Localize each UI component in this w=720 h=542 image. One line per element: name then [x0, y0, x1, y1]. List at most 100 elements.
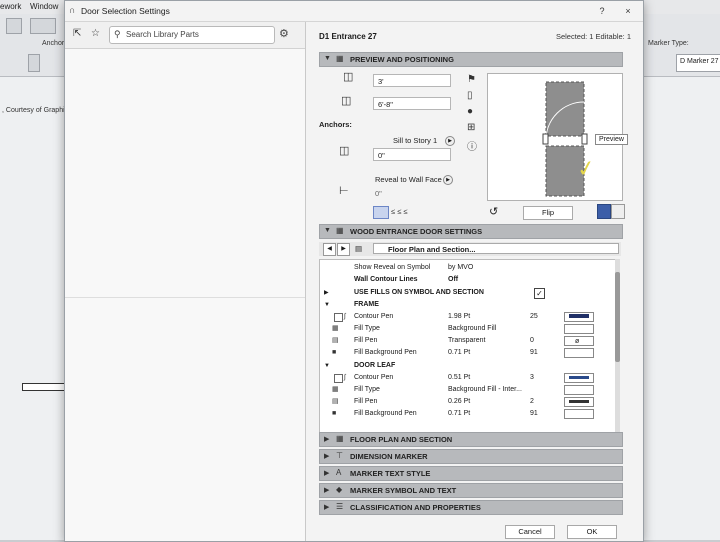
sill-anchor-label: Sill to Story 1	[393, 136, 438, 145]
favorites-star-icon[interactable]: ☆	[91, 28, 100, 39]
fill-bg-icon: ■	[332, 349, 337, 356]
fill-type-icon: ▦	[332, 325, 339, 332]
fill-swatch[interactable]	[564, 385, 594, 395]
section-label: PREVIEW AND POSITIONING	[350, 55, 454, 64]
section-marker-symbol[interactable]: ▶ ◆ MARKER SYMBOL AND TEXT	[319, 483, 623, 498]
courtesy-text: , Courtesy of Graphi	[2, 107, 65, 114]
marker-symbol-icon: ◆	[336, 485, 343, 494]
pen-swatch[interactable]	[564, 312, 594, 322]
flip-button[interactable]: Flip	[523, 206, 573, 220]
section-classification[interactable]: ▶ ☰ CLASSIFICATION AND PROPERTIES	[319, 500, 623, 515]
reveal-anchor-button[interactable]: ▶	[443, 175, 453, 185]
use-fills-checkbox[interactable]: ✓	[534, 288, 545, 299]
3d-view-icon[interactable]: ●	[467, 106, 473, 117]
expand-arrow-icon: ▶	[324, 487, 330, 494]
width-field[interactable]: 3'	[373, 74, 451, 87]
rotate-icon[interactable]: ↺	[489, 205, 498, 218]
bg-swatch[interactable]	[564, 348, 594, 358]
gear-icon[interactable]: ⚙	[279, 27, 289, 40]
fill-swatch[interactable]	[564, 324, 594, 334]
page-icon: ▤	[355, 244, 363, 253]
param-row-fills[interactable]: ▶ USE FILLS ON SYMBOL AND SECTION ✓	[320, 287, 616, 299]
library-panel: ⇱ ☆ ⚲ Search Library Parts ⚙	[65, 22, 306, 541]
classification-icon: ☰	[336, 502, 344, 511]
param-checkbox[interactable]	[334, 313, 343, 322]
door-side-button[interactable]	[611, 204, 625, 219]
menu-item-ework[interactable]: ework	[0, 2, 21, 11]
section-wood-door-settings[interactable]: ▼ ▦ WOOD ENTRANCE DOOR SETTINGS	[319, 224, 623, 239]
search-icon: ⚲	[114, 29, 121, 39]
expand-arrow-icon: ▶	[324, 470, 330, 477]
param-row[interactable]: ▦ Fill Type Background Fill	[320, 323, 616, 335]
anchors-label: Anchors:	[319, 120, 352, 129]
cancel-button[interactable]: Cancel	[505, 525, 555, 539]
fill-bg-icon: ■	[332, 410, 337, 417]
fill-type-icon: ▦	[332, 386, 339, 393]
fill-pen-icon: ▤	[332, 398, 339, 405]
help-button[interactable]: ?	[595, 4, 609, 18]
marker-type-select[interactable]: D Marker 27	[676, 54, 720, 72]
toolbar-tool-button[interactable]	[6, 18, 22, 34]
expand-arrow-icon: ▶	[324, 504, 330, 511]
menu-item-window[interactable]: Window	[30, 2, 58, 11]
param-group-door-leaf[interactable]: ▼ DOOR LEAF	[320, 360, 616, 372]
param-checkbox[interactable]	[334, 374, 343, 383]
sill-anchor-button[interactable]: ▶	[445, 136, 455, 146]
sill-icon: ◫	[339, 145, 350, 157]
section-label: CLASSIFICATION AND PROPERTIES	[350, 503, 481, 512]
height-field[interactable]: 6'-8"	[373, 97, 451, 110]
expand-arrow-icon: ▶	[324, 436, 330, 443]
marker-type-label: Marker Type:	[648, 40, 689, 47]
param-row[interactable]: Show Reveal on Symbol by MVO	[320, 262, 616, 274]
section-floor-plan[interactable]: ▶ ▦ FLOOR PLAN AND SECTION	[319, 432, 623, 447]
toolbar-arrow-button[interactable]	[28, 54, 40, 72]
section-label: FLOOR PLAN AND SECTION	[350, 435, 453, 444]
parameter-scroll-thumb[interactable]	[615, 272, 620, 362]
close-button[interactable]: ×	[621, 4, 635, 18]
reveal-icon: ⊢	[339, 185, 349, 197]
param-row[interactable]: ▦ Fill Type Background Fill - Inter...	[320, 384, 616, 396]
ok-button[interactable]: OK	[567, 525, 617, 539]
door-side-button-active[interactable]	[597, 204, 611, 219]
section-view-icon[interactable]: ⊞	[467, 122, 475, 133]
elevation-view-icon[interactable]: ▯	[467, 90, 473, 101]
section-marker-text-style[interactable]: ▶ A MARKER TEXT STYLE	[319, 466, 623, 481]
reveal-mode-options[interactable]: ≤ ≤ ≤	[391, 207, 408, 216]
floor-plan-icon: ▦	[336, 434, 344, 443]
transparent-swatch[interactable]: ø	[564, 336, 594, 346]
bg-swatch[interactable]	[564, 409, 594, 419]
floor-plan-select[interactable]: Floor Plan and Section...	[373, 243, 619, 254]
sill-field[interactable]: 0"	[373, 148, 451, 161]
toolbar-tool-button[interactable]	[30, 18, 56, 34]
param-row[interactable]: ■ Fill Background Pen 0.71 Pt 91	[320, 408, 616, 420]
search-placeholder: Search Library Parts	[126, 30, 199, 39]
param-row[interactable]: ∫ Contour Pen 0.51 Pt 3	[320, 372, 616, 384]
plan-view-icon[interactable]: ⚑	[467, 74, 476, 85]
pen-swatch[interactable]	[564, 373, 594, 383]
search-input[interactable]: ⚲ Search Library Parts	[109, 26, 275, 44]
next-page-button[interactable]: ▶	[337, 243, 350, 256]
param-row[interactable]: ▤ Fill Pen Transparent 0 ø	[320, 335, 616, 347]
object-name: D1 Entrance 27	[319, 32, 377, 41]
reveal-mode-button[interactable]	[373, 206, 389, 219]
section-preview-positioning[interactable]: ▼ ▦ PREVIEW AND POSITIONING	[319, 52, 623, 67]
library-tree-icon[interactable]: ⇱	[73, 28, 81, 39]
door-selection-dialog: ∩ Door Selection Settings ? × ⇱ ☆ ⚲ Sear…	[64, 0, 644, 542]
library-toolbar: ⇱ ☆ ⚲ Search Library Parts ⚙	[65, 22, 305, 49]
reveal-value: 0"	[375, 189, 382, 198]
app-logo-icon: ∩	[69, 5, 76, 15]
section-dimension-marker[interactable]: ▶ ⊤ DIMENSION MARKER	[319, 449, 623, 464]
param-row[interactable]: ■ Fill Background Pen 0.71 Pt 91	[320, 347, 616, 359]
width-icon: ◫	[343, 71, 354, 83]
section-label: DIMENSION MARKER	[350, 452, 428, 461]
info-icon[interactable]: ⓘ	[467, 138, 477, 153]
prev-page-button[interactable]: ◀	[323, 243, 336, 256]
pen-swatch[interactable]	[564, 397, 594, 407]
preview-tooltip: Preview	[595, 134, 628, 145]
parameter-list: Show Reveal on Symbol by MVO Wall Contou…	[319, 259, 617, 435]
collapse-arrow-icon: ▼	[324, 55, 331, 62]
param-row[interactable]: ∫ Contour Pen 1.98 Pt 25	[320, 311, 616, 323]
param-group-frame[interactable]: ▼ FRAME	[320, 299, 616, 311]
param-row[interactable]: Wall Contour Lines Off	[320, 274, 616, 286]
param-row[interactable]: ▤ Fill Pen 0.26 Pt 2	[320, 396, 616, 408]
